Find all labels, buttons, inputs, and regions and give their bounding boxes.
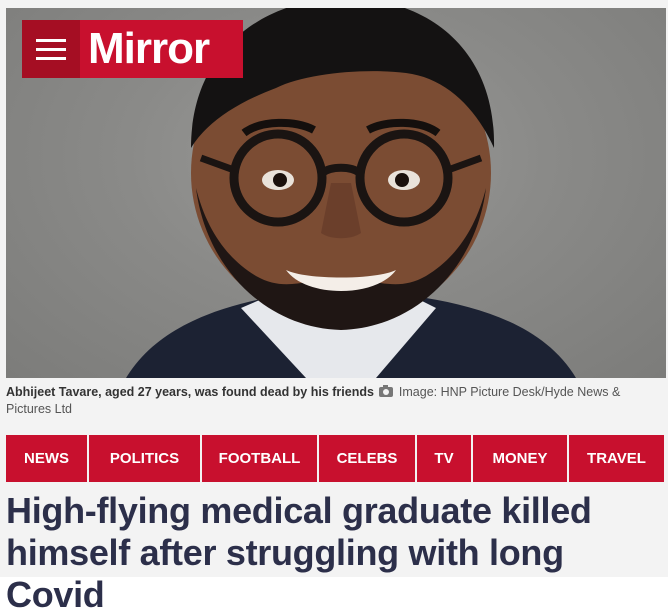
caption-text: Abhijeet Tavare, aged 27 years, was foun… (6, 385, 374, 399)
hamburger-menu-icon[interactable] (22, 20, 80, 78)
nav-item-news[interactable]: NEWS (6, 435, 89, 482)
nav-item-tv[interactable]: TV (417, 435, 473, 482)
nav-item-celebs[interactable]: CELEBS (319, 435, 417, 482)
nav-item-money[interactable]: MONEY (473, 435, 569, 482)
camera-icon (379, 385, 394, 397)
mirror-logo[interactable]: Mirror (22, 20, 243, 78)
logo-text[interactable]: Mirror (88, 20, 210, 78)
page: Mirror Abhijeet Tavare, aged 27 years, w… (0, 0, 668, 615)
section-nav: NEWS POLITICS FOOTBALL CELEBS TV MONEY T… (6, 435, 664, 482)
article-headline: High-flying medical graduate killed hims… (6, 490, 592, 615)
nav-item-politics[interactable]: POLITICS (89, 435, 202, 482)
nav-item-football[interactable]: FOOTBALL (202, 435, 319, 482)
nav-item-travel[interactable]: TRAVEL (569, 435, 664, 482)
image-caption: Abhijeet Tavare, aged 27 years, was foun… (6, 384, 662, 418)
